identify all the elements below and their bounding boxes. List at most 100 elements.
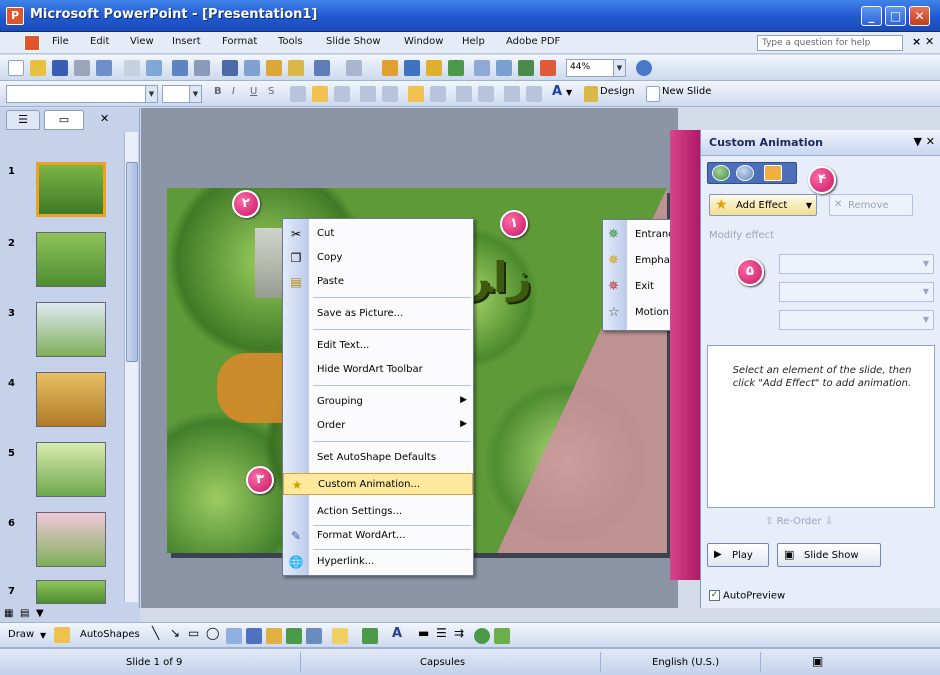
slide-thumbnail-3[interactable] — [36, 302, 106, 357]
start-combo[interactable]: ▼ — [779, 254, 934, 274]
text-box-icon[interactable] — [226, 628, 242, 644]
italic-icon[interactable]: I — [232, 86, 235, 97]
insert-chart-icon[interactable] — [382, 60, 398, 76]
show-formatting-icon[interactable] — [496, 60, 512, 76]
copy-icon[interactable] — [244, 60, 260, 76]
design-icon[interactable] — [584, 86, 598, 102]
menu-item-custom-animation[interactable]: ★ Custom Animation... — [283, 473, 473, 495]
select-objects-icon[interactable] — [54, 627, 70, 643]
grid-icon[interactable] — [518, 60, 534, 76]
normal-view-icon[interactable]: ▦ — [4, 608, 13, 619]
new-slide-button[interactable]: New Slide — [662, 86, 711, 97]
line-icon[interactable]: ╲ — [152, 626, 159, 640]
tab-outline[interactable]: ☰ — [6, 110, 40, 130]
menu-help[interactable]: Help — [462, 36, 485, 47]
font-size-combo[interactable]: ▼ — [162, 85, 202, 103]
paste-icon[interactable] — [266, 60, 282, 76]
remove-button[interactable]: ✕ Remove — [829, 194, 913, 216]
3d-style-icon[interactable] — [494, 628, 510, 644]
zoom-combo[interactable]: 44% ▼ — [566, 59, 626, 77]
move-up-icon[interactable]: ⇧ — [765, 516, 773, 527]
help-icon[interactable] — [636, 60, 652, 76]
increase-indent-icon[interactable] — [478, 86, 494, 102]
menu-item-grouping[interactable]: Grouping ▶ — [283, 391, 473, 413]
insert-diagram-icon[interactable] — [448, 60, 464, 76]
home-icon[interactable] — [764, 165, 782, 181]
tab-slides[interactable]: ▭ — [44, 110, 84, 130]
slide-thumbnail-7[interactable] — [36, 580, 106, 604]
chevron-down-icon[interactable]: ▼ — [145, 86, 157, 102]
open-icon[interactable] — [30, 60, 46, 76]
menu-item-hide-wordart-toolbar[interactable]: Hide WordArt Toolbar — [283, 359, 473, 381]
expand-all-icon[interactable] — [474, 60, 490, 76]
move-down-icon[interactable]: ⇩ — [825, 516, 833, 527]
numbering-icon[interactable] — [360, 86, 376, 102]
slide-thumbnail-2[interactable] — [36, 232, 106, 287]
clip-art-icon[interactable] — [286, 628, 302, 644]
spelling-status-icon[interactable]: ▣ — [812, 654, 823, 668]
speed-combo[interactable]: ▼ — [779, 310, 934, 330]
indent-icon[interactable] — [504, 86, 520, 102]
decrease-font-icon[interactable] — [430, 86, 446, 102]
permission-icon[interactable] — [74, 60, 90, 76]
print-icon[interactable] — [124, 60, 140, 76]
add-effect-button[interactable]: ★ Add Effect ▼ — [709, 194, 817, 216]
menu-format[interactable]: Format — [222, 36, 257, 47]
bullets-icon[interactable] — [382, 86, 398, 102]
menu-item-order[interactable]: Order ▶ — [283, 415, 473, 437]
menu-view[interactable]: View — [130, 36, 154, 47]
underline-icon[interactable]: U — [250, 86, 257, 97]
font-color-icon[interactable]: A — [552, 84, 562, 99]
new-icon[interactable] — [8, 60, 24, 76]
selected-shape[interactable] — [255, 228, 285, 298]
menu-item-edit-text[interactable]: Edit Text... — [283, 335, 473, 357]
close-icon[interactable]: ▼ ✕ — [913, 135, 935, 148]
menu-item-set-autoshape-defaults[interactable]: Set AutoShape Defaults — [283, 447, 473, 469]
center-icon[interactable] — [312, 86, 328, 102]
slide-thumbnail-1[interactable] — [36, 162, 106, 217]
document-icon[interactable] — [24, 35, 40, 51]
email-icon[interactable] — [96, 60, 112, 76]
menu-slide-show[interactable]: Slide Show — [326, 36, 381, 47]
color-grayscale-icon[interactable] — [540, 60, 556, 76]
line-style-icon[interactable]: ▬ — [418, 626, 429, 640]
slide-thumbnail-4[interactable] — [36, 372, 106, 427]
fill-color-icon[interactable] — [332, 628, 348, 644]
arrow-icon[interactable]: ↘ — [170, 626, 180, 640]
font-name-combo[interactable]: ▼ — [6, 85, 158, 103]
tables-borders-icon[interactable] — [426, 60, 442, 76]
outdent-icon[interactable] — [526, 86, 542, 102]
shadow-icon[interactable]: S — [268, 86, 274, 97]
new-slide-icon[interactable] — [646, 86, 660, 102]
decrease-indent-icon[interactable] — [456, 86, 472, 102]
minimize-button[interactable]: _ — [861, 6, 882, 26]
research-icon[interactable] — [194, 60, 210, 76]
cut-icon[interactable] — [222, 60, 238, 76]
menu-adobe-pdf[interactable]: Adobe PDF — [506, 36, 560, 47]
powerpoint-app-icon[interactable]: P — [6, 7, 24, 25]
menu-edit[interactable]: Edit — [90, 36, 109, 47]
menu-file[interactable]: File — [52, 36, 69, 47]
animation-list[interactable]: Select an element of the slide, then cli… — [707, 345, 935, 508]
close-button[interactable]: ✕ — [909, 6, 930, 26]
line-color-icon[interactable] — [362, 628, 378, 644]
font-color-icon[interactable]: A — [392, 626, 402, 641]
save-icon[interactable] — [52, 60, 68, 76]
undo-icon[interactable] — [314, 60, 330, 76]
menu-insert[interactable]: Insert — [172, 36, 201, 47]
menu-tools[interactable]: Tools — [278, 36, 303, 47]
chevron-down-icon[interactable]: ▼ — [566, 88, 572, 97]
menu-item-copy[interactable]: ❐ Copy — [283, 247, 473, 269]
slide-show-view-icon[interactable]: ▼ — [36, 608, 44, 619]
insert-table-icon[interactable] — [404, 60, 420, 76]
scrollbar-thumb[interactable] — [126, 162, 138, 362]
arrow-style-icon[interactable]: ⇉ — [454, 626, 464, 640]
back-icon[interactable] — [712, 165, 730, 181]
rectangle-icon[interactable]: ▭ — [188, 626, 199, 640]
slide-show-button[interactable]: ▣ Slide Show — [777, 543, 881, 567]
menu-item-cut[interactable]: ✂ Cut — [283, 223, 473, 245]
print-preview-icon[interactable] — [146, 60, 162, 76]
close-document-icon[interactable]: × ✕ — [912, 35, 934, 48]
chevron-down-icon[interactable]: ▼ — [40, 631, 46, 640]
reorder-control[interactable]: ⇧ Re-Order ⇩ — [765, 516, 833, 527]
